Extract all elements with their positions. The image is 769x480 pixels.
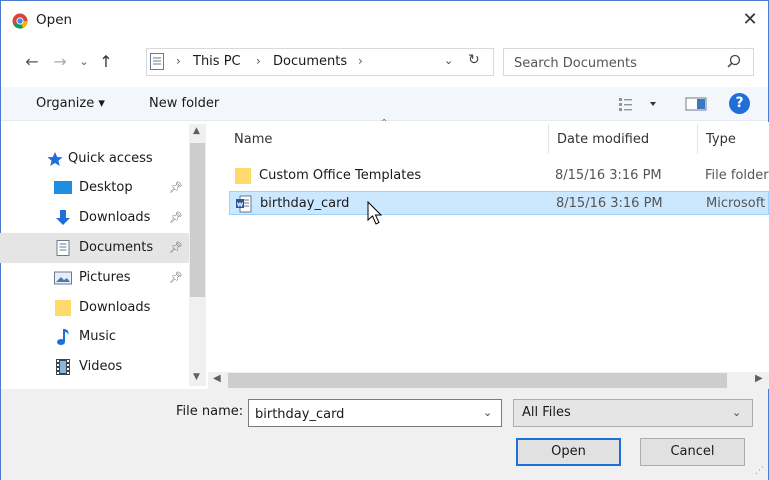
column-divider[interactable]	[697, 124, 698, 154]
word-doc-icon: w	[236, 195, 252, 213]
file-type-value: All Files	[522, 405, 571, 420]
filename-input[interactable]	[255, 405, 475, 423]
chevron-down-icon: ⌄	[732, 406, 742, 419]
scroll-left-icon[interactable]: ◀	[213, 373, 221, 384]
download-icon	[56, 210, 70, 225]
music-icon	[57, 329, 69, 345]
refresh-icon[interactable]: ↻	[468, 52, 480, 68]
sidebar-item-music[interactable]: Music	[0, 322, 190, 352]
pictures-icon	[54, 271, 72, 285]
help-icon[interactable]: ?	[729, 93, 750, 114]
filename-combobox: ⌄	[248, 399, 502, 427]
sidebar-item-downloads[interactable]: Downloads 📌︎	[0, 203, 190, 233]
folder-icon	[235, 168, 251, 184]
file-date: 8/15/16 3:16 PM	[555, 168, 662, 183]
desktop-icon	[54, 181, 72, 194]
window-title: Open	[36, 12, 73, 28]
up-arrow-icon[interactable]: ↑	[96, 52, 116, 72]
view-options-icon[interactable]	[618, 96, 658, 112]
search-box	[503, 48, 754, 76]
file-type: Microsoft	[706, 196, 766, 211]
sidebar-item-label: Downloads	[79, 210, 151, 225]
sidebar-item-downloads-folder[interactable]: Downloads	[0, 293, 190, 323]
scroll-right-icon[interactable]: ▶	[755, 373, 763, 384]
documents-icon	[56, 240, 70, 256]
close-button[interactable]: ✕	[738, 8, 762, 32]
pin-icon: 📌︎	[169, 241, 183, 254]
svg-text:w: w	[237, 201, 244, 209]
sidebar-item-label: Desktop	[79, 180, 133, 195]
forward-arrow-icon[interactable]: →	[50, 52, 70, 72]
search-icon[interactable]	[724, 52, 744, 72]
search-input[interactable]	[514, 54, 714, 72]
column-header-name[interactable]: Name	[234, 132, 272, 147]
breadcrumb-documents[interactable]: Documents	[273, 54, 347, 69]
filename-label: File name:	[176, 404, 244, 419]
sidebar-item-label: Quick access	[68, 151, 153, 166]
sidebar-item-label: Documents	[79, 240, 154, 255]
resize-grip-icon[interactable]: ⋰	[755, 466, 764, 476]
sort-ascending-icon: ⌃	[380, 118, 389, 129]
scroll-down-icon[interactable]: ▼	[193, 372, 200, 382]
column-header-date[interactable]: Date modified	[557, 132, 649, 147]
sidebar-item-documents[interactable]: Documents 📌︎	[0, 233, 190, 263]
column-header-type[interactable]: Type	[706, 132, 736, 147]
new-folder-button[interactable]: New folder	[149, 96, 219, 111]
sidebar-scroll-thumb[interactable]	[190, 143, 205, 297]
preview-pane-icon[interactable]	[685, 96, 707, 112]
sidebar-item-quick-access[interactable]: Quick access	[0, 144, 190, 174]
videos-icon	[56, 359, 70, 375]
sidebar-item-label: Music	[79, 329, 116, 344]
chevron-down-icon[interactable]: ⌄	[483, 406, 492, 419]
chrome-icon	[12, 13, 28, 29]
back-arrow-icon[interactable]: ←	[22, 52, 42, 72]
file-list	[208, 122, 769, 372]
horizontal-scroll-thumb[interactable]	[228, 373, 727, 388]
sidebar-item-label: Pictures	[79, 270, 131, 285]
file-name: Custom Office Templates	[259, 168, 422, 183]
sidebar-item-label: Downloads	[79, 300, 151, 315]
mouse-pointer-icon	[367, 201, 383, 225]
column-divider[interactable]	[548, 124, 549, 154]
star-icon	[47, 152, 63, 166]
cancel-button[interactable]: Cancel	[640, 438, 745, 466]
pin-icon: 📌︎	[169, 271, 183, 284]
open-button[interactable]: Open	[516, 438, 621, 466]
breadcrumb-this-pc[interactable]: This PC	[193, 54, 241, 69]
file-row-custom-office-templates[interactable]: Custom Office Templates 8/15/16 3:16 PM …	[229, 164, 769, 188]
title-bar	[0, 0, 769, 44]
recent-locations-icon[interactable]: ⌄	[76, 52, 92, 72]
chevron-down-icon[interactable]: ⌄	[444, 54, 453, 67]
breadcrumb-separator: ›	[358, 54, 363, 68]
sidebar-item-videos[interactable]: Videos	[0, 352, 190, 382]
scroll-up-icon[interactable]: ▲	[193, 126, 200, 136]
sidebar-item-pictures[interactable]: Pictures 📌︎	[0, 263, 190, 293]
pin-icon: 📌︎	[169, 211, 183, 224]
file-type-dropdown[interactable]: All Files ⌄	[513, 399, 753, 427]
file-row-birthday-card[interactable]: w birthday_card 8/15/16 3:16 PM Microsof…	[229, 191, 769, 215]
documents-icon	[150, 53, 164, 70]
file-name: birthday_card	[260, 196, 350, 211]
pin-icon: 📌︎	[169, 181, 183, 194]
breadcrumb-separator: ›	[256, 54, 261, 68]
file-date: 8/15/16 3:16 PM	[556, 196, 663, 211]
folder-icon	[55, 300, 71, 316]
file-type: File folder	[705, 168, 769, 183]
organize-button[interactable]: Organize ▾	[36, 96, 105, 111]
sidebar-item-desktop[interactable]: Desktop 📌︎	[0, 173, 190, 203]
breadcrumb-separator: ›	[176, 54, 181, 68]
sidebar-item-label: Videos	[79, 359, 123, 374]
